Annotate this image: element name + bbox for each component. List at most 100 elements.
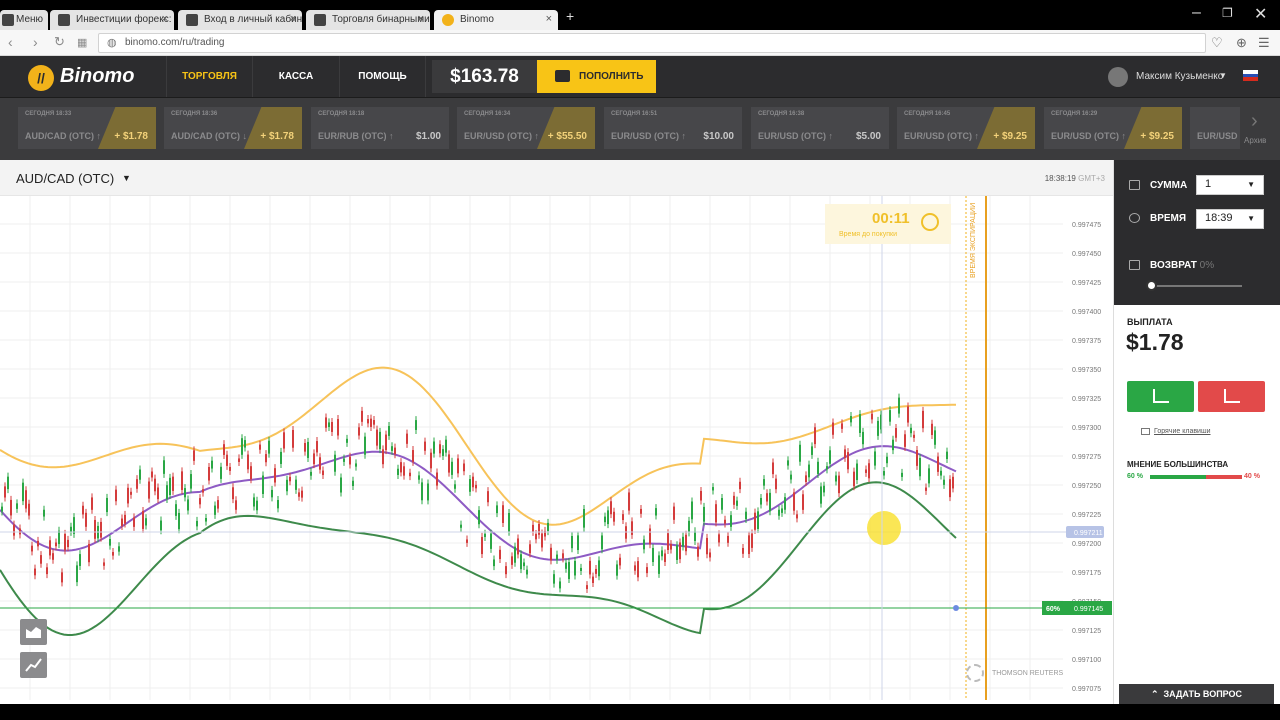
wallet-icon [555, 70, 570, 82]
deal-card[interactable]: СЕГОДНЯ 16:45 EUR/USD (OTC) ↑ + $9.25 [897, 107, 1035, 149]
amount-select[interactable]: 1 ▼ [1196, 175, 1264, 195]
browser-tab[interactable]: Торговля бинарными оп... × [306, 10, 430, 30]
candle-body [127, 487, 129, 504]
candle-body [244, 440, 246, 448]
candle-body [673, 506, 675, 520]
candle-body [784, 497, 786, 510]
deal-time: СЕГОДНЯ 16:34 [464, 111, 511, 117]
maximize-icon[interactable]: ❐ [1222, 6, 1233, 20]
candle-body [247, 454, 249, 470]
deal-card[interactable]: EUR/USD [1190, 107, 1240, 149]
minimize-icon[interactable]: – [1192, 4, 1201, 22]
refund-slider-handle[interactable] [1146, 280, 1157, 291]
shield-icon [1129, 260, 1140, 270]
candle-body [172, 476, 174, 491]
new-tab-icon[interactable]: + [566, 8, 574, 24]
chevron-right-icon[interactable]: › [1251, 110, 1258, 133]
account-balance[interactable]: $163.78 [432, 60, 537, 93]
candle-body [913, 434, 915, 438]
candle-body [757, 511, 759, 529]
candle-body [652, 547, 654, 563]
deal-card[interactable]: СЕГОДНЯ 16:34 EUR/USD (OTC) ↑ + $55.50 [457, 107, 595, 149]
asset-selector[interactable]: AUD/CAD (OTC) [16, 171, 114, 186]
deal-card[interactable]: СЕГОДНЯ 16:29 EUR/USD (OTC) ↑ + $9.25 [1044, 107, 1182, 149]
chart-type-button[interactable] [20, 619, 47, 645]
timer-value: 00:11 [872, 210, 910, 227]
candle-body [328, 422, 330, 428]
logo-text[interactable]: Binomo [60, 65, 134, 88]
candle-body [826, 466, 828, 470]
refund-slider-track[interactable] [1152, 285, 1242, 287]
candle-body [367, 419, 369, 424]
browser-tab[interactable]: Вход в личный кабинет... × [178, 10, 302, 30]
pair-header: AUD/CAD (OTC) ▼ 18:38:19 GMT+3 [0, 160, 1113, 196]
candle-body [472, 476, 474, 488]
payout-label: ВЫПЛАТА [1127, 317, 1173, 327]
close-icon[interactable]: × [290, 13, 296, 25]
candle-body [655, 508, 657, 516]
candle-body [151, 471, 153, 478]
binomo-logo-icon[interactable]: // [28, 65, 54, 91]
apps-grid-icon[interactable]: ▦ [77, 36, 87, 49]
candle-body [601, 535, 603, 550]
deal-card[interactable]: СЕГОДНЯ 16:38 EUR/USD (OTC) ↑ $5.00 [751, 107, 889, 149]
chevron-down-icon[interactable]: ▼ [1219, 71, 1227, 80]
candle-body [34, 568, 36, 576]
candle-body [946, 451, 948, 460]
nav-help[interactable]: ПОМОЩЬ [339, 56, 426, 97]
user-name[interactable]: Максим Кузьменко [1136, 71, 1223, 82]
candle-body [364, 436, 366, 455]
candle-body [178, 512, 180, 530]
chevron-down-icon[interactable]: ▼ [122, 173, 131, 183]
deal-pair: AUD/CAD (OTC) ↑ [25, 131, 101, 141]
bookmark-heart-icon[interactable]: ♡ [1211, 35, 1223, 51]
candle-body [772, 462, 774, 475]
price-tick-label: 0.997175 [1072, 570, 1101, 577]
candle-body [76, 565, 78, 583]
candle-body [67, 539, 69, 548]
browser-tab[interactable]: Инвестиции форекс: ку... × [50, 10, 174, 30]
candle-body [232, 487, 234, 500]
menu-icon[interactable]: ☰ [1258, 35, 1270, 51]
candle-body [403, 466, 405, 476]
deal-pair: EUR/USD (OTC) ↑ [1051, 131, 1126, 141]
nav-trading[interactable]: ТОРГОВЛЯ [166, 56, 252, 97]
time-select[interactable]: 18:39 ▼ [1196, 209, 1264, 229]
close-icon[interactable]: × [418, 13, 424, 25]
call-up-button[interactable] [1127, 381, 1194, 412]
candle-body [19, 528, 21, 535]
download-icon[interactable]: ⊕ [1236, 35, 1247, 51]
price-tick-label: 0.997325 [1072, 396, 1101, 403]
avatar[interactable] [1108, 67, 1128, 87]
russian-flag-icon[interactable] [1243, 70, 1258, 81]
candle-body [181, 471, 183, 490]
address-bar[interactable]: ◍ binomo.com/ru/trading [98, 33, 1206, 53]
close-icon[interactable]: × [546, 13, 552, 25]
browser-tab[interactable]: Меню [0, 10, 48, 30]
reload-icon[interactable]: ↻ [54, 34, 65, 50]
price-tick-label: 0.997225 [1072, 512, 1101, 519]
deal-card[interactable]: СЕГОДНЯ 18:33 AUD/CAD (OTC) ↑ + $1.78 [18, 107, 156, 149]
deal-card[interactable]: СЕГОДНЯ 16:51 EUR/USD (OTC) ↑ $10.00 [604, 107, 742, 149]
tab-label: Binomo [460, 14, 494, 25]
back-icon[interactable]: ‹ [8, 34, 13, 50]
deal-card[interactable]: СЕГОДНЯ 18:18 EUR/RUB (OTC) ↑ $1.00 [311, 107, 449, 149]
close-icon[interactable]: × [162, 13, 168, 25]
put-down-button[interactable] [1198, 381, 1265, 412]
deal-card[interactable]: СЕГОДНЯ 18:36 AUD/CAD (OTC) ↓ + $1.78 [164, 107, 302, 149]
forward-icon[interactable]: › [33, 34, 38, 50]
browser-tab-active[interactable]: Binomo × [434, 10, 558, 30]
archive-link[interactable]: Архив [1244, 136, 1266, 145]
candle-body [736, 500, 738, 506]
close-window-icon[interactable]: ✕ [1254, 4, 1267, 24]
nav-cashier[interactable]: КАССА [252, 56, 339, 97]
price-chart[interactable]: 0.997475 0.997450 0.997425 0.997400 0.997375… [0, 196, 1113, 700]
candle-body [592, 576, 594, 583]
indicators-button[interactable] [20, 652, 47, 678]
candle-body [586, 585, 588, 590]
deposit-button[interactable]: ПОПОЛНИТЬ [537, 60, 656, 93]
ask-question-button[interactable]: ⌃ ЗАДАТЬ ВОПРОС [1119, 684, 1274, 704]
deal-pair: EUR/USD [1197, 131, 1238, 141]
candle-body [193, 450, 195, 461]
hotkeys-link[interactable]: Горячие клавиши [1154, 428, 1211, 435]
